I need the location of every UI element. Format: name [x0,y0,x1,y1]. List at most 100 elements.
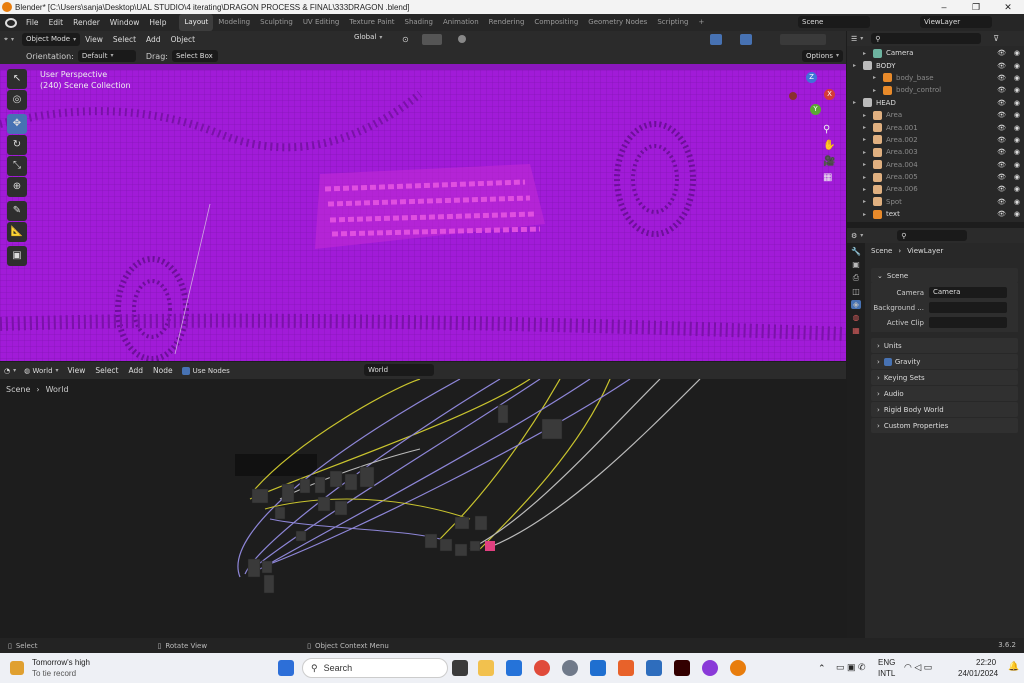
camera-view-icon[interactable]: 🎥 [823,156,835,167]
clock-date[interactable]: 24/01/2024 [958,669,998,678]
shader-type-dropdown[interactable]: ◍ World ▾ [20,367,62,375]
minimize-button[interactable]: – [928,0,960,14]
panel-rigid-body-world[interactable]: › Rigid Body World [871,402,1018,417]
expand-arrow-icon[interactable]: ▸ [863,112,866,119]
scale-tool[interactable]: ⤡ [7,156,27,176]
gravity-checkbox[interactable] [883,357,892,366]
render-camera-icon[interactable]: ◉ [1014,148,1020,156]
proportional-edit-icon[interactable] [458,35,466,43]
viewlayer-selector[interactable]: ViewLayer [920,16,992,28]
panel-keying-sets[interactable]: › Keying Sets [871,370,1018,385]
node-editor-canvas[interactable]: Scene › World [0,379,846,638]
lang-line1[interactable]: ENG [878,658,895,667]
shading-mode-buttons[interactable] [780,34,826,45]
tab-rendering[interactable]: Rendering [484,14,530,31]
properties-type-dropdown[interactable]: ⚙ ▾ [847,232,867,240]
outliner-row[interactable]: ▸ body_control 👁 ◉ [847,84,1024,96]
editor-type-dropdown[interactable]: ⌖ ▾ [0,35,18,44]
expand-arrow-icon[interactable]: ▸ [863,161,866,168]
expand-arrow-icon[interactable]: ▸ [863,50,866,57]
weather-line1[interactable]: Tomorrow's high [32,658,90,667]
add-cube-tool[interactable]: ▣ [7,246,27,266]
active-clip-field[interactable] [929,317,1007,328]
expand-arrow-icon[interactable]: ▸ [863,186,866,193]
gizmo-z-axis[interactable]: Z [806,72,817,83]
clock-time[interactable]: 22:20 [976,658,996,667]
menu-add[interactable]: Add [141,31,166,48]
menu-render[interactable]: Render [68,14,105,31]
render-camera-icon[interactable]: ◉ [1014,173,1020,181]
visibility-eye-icon[interactable]: 👁 [997,124,1006,132]
blender-menu-icon[interactable] [5,17,17,28]
expand-arrow-icon[interactable]: ▸ [863,124,866,131]
outliner-row[interactable]: ▸ Area.003 👁 ◉ [847,146,1024,158]
render-camera-icon[interactable]: ◉ [1014,99,1020,107]
expand-arrow-icon[interactable]: ▸ [873,87,876,94]
visibility-eye-icon[interactable]: 👁 [997,198,1006,206]
expand-arrow-icon[interactable]: ▸ [863,198,866,205]
visibility-eye-icon[interactable]: 👁 [997,99,1006,107]
expand-arrow-icon[interactable]: ▸ [863,174,866,181]
mail-icon[interactable] [646,660,662,676]
node-editor-type-dropdown[interactable]: ◔ ▾ [0,367,20,375]
background-field[interactable] [929,302,1007,313]
pan-hand-icon[interactable]: ✋ [823,140,835,151]
mode-dropdown[interactable]: Object Mode ▾ [21,33,81,46]
render-camera-icon[interactable]: ◉ [1014,49,1020,57]
outliner-row[interactable]: ▸ Area.002 👁 ◉ [847,134,1024,146]
scene-panel-header[interactable]: ⌄ Scene [871,268,1018,283]
measure-tool[interactable]: 📐 [7,222,27,242]
taskbar-search[interactable]: ⚲ Search [302,658,448,678]
visibility-eye-icon[interactable]: 👁 [997,161,1006,169]
weather-icon[interactable] [10,661,24,675]
overlay-toggle[interactable] [740,34,752,45]
tab-shading[interactable]: Shading [400,14,438,31]
transform-tool[interactable]: ⊕ [7,177,27,197]
add-workspace-button[interactable]: + [693,14,709,31]
tray-icons[interactable]: ▭ ▣ ✆ [836,662,866,673]
node-menu-select[interactable]: Select [90,362,123,379]
tool-tab-icon[interactable]: 🔧 [851,247,861,256]
render-camera-icon[interactable]: ◉ [1014,74,1020,82]
filter-icon[interactable]: ⊽ [993,34,999,43]
render-camera-icon[interactable]: ◉ [1014,136,1020,144]
office-icon[interactable] [618,660,634,676]
outliner-row[interactable]: ▸ Area 👁 ◉ [847,109,1024,121]
scene-selector[interactable]: Scene [798,16,870,28]
expand-arrow-icon[interactable]: ▸ [853,99,856,106]
navigation-gizmo[interactable]: Z X Y [786,72,836,122]
camera-field[interactable]: Camera [929,287,1007,298]
close-button[interactable]: ✕ [992,0,1024,14]
windows-start-icon[interactable] [278,660,294,676]
gizmo-neg-x[interactable] [789,92,797,100]
gizmo-y-axis[interactable]: Y [810,104,821,115]
menu-edit[interactable]: Edit [44,14,69,31]
visibility-eye-icon[interactable]: 👁 [997,173,1006,181]
visibility-eye-icon[interactable]: 👁 [997,136,1006,144]
tab-scripting[interactable]: Scripting [652,14,693,31]
store-icon[interactable] [506,660,522,676]
gizmo-x-axis[interactable]: X [824,89,835,100]
render-camera-icon[interactable]: ◉ [1014,62,1020,70]
panel-custom-properties[interactable]: › Custom Properties [871,418,1018,433]
outliner-type-dropdown[interactable]: ☰ ▾ [847,35,867,43]
chrome-icon[interactable] [534,660,550,676]
move-tool[interactable]: ✥ [7,114,27,134]
task-view-icon[interactable] [452,660,468,676]
chevron-up-icon[interactable]: ⌃ [818,663,826,674]
tab-compositing[interactable]: Compositing [529,14,583,31]
zoom-icon[interactable]: ⚲ [823,124,835,135]
render-camera-icon[interactable]: ◉ [1014,161,1020,169]
gizmo-toggle[interactable] [710,34,722,45]
lang-line2[interactable]: INTL [878,669,895,678]
panel-units[interactable]: › Units [871,338,1018,353]
options-dropdown[interactable]: Options ▾ [802,50,844,62]
illustrator-icon[interactable] [674,660,690,676]
menu-window[interactable]: Window [105,14,145,31]
expand-arrow-icon[interactable]: ▸ [863,211,866,218]
settings-icon[interactable] [562,660,578,676]
outliner-row[interactable]: ▸ BODY 👁 ◉ [847,59,1024,71]
node-menu-node[interactable]: Node [148,362,178,379]
tab-geometry-nodes[interactable]: Geometry Nodes [583,14,652,31]
visibility-eye-icon[interactable]: 👁 [997,210,1006,218]
